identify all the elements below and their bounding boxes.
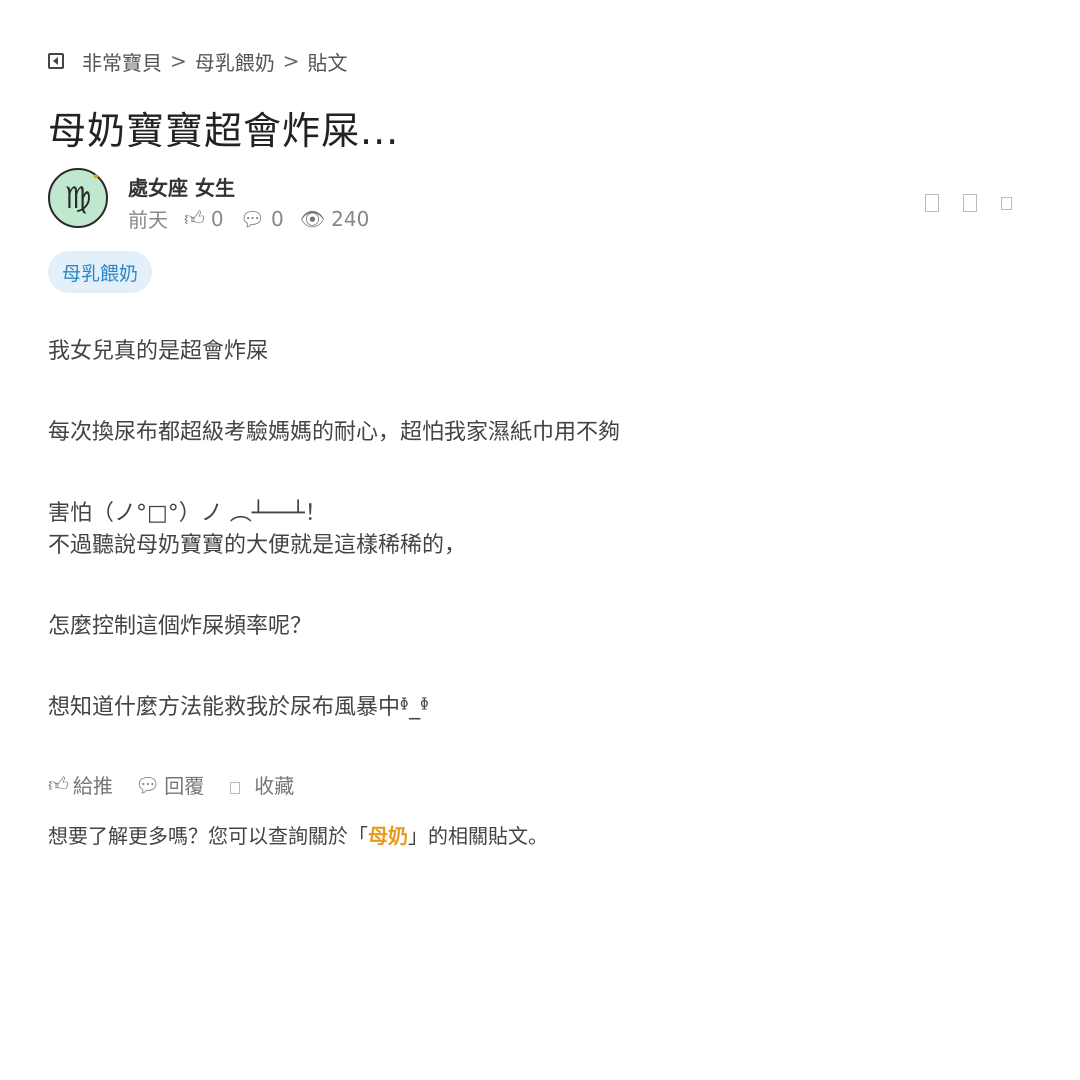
topic-tag[interactable]: 母乳餵奶 xyxy=(48,251,153,293)
back-arrow-icon[interactable] xyxy=(48,53,64,69)
breadcrumb: 非常寶貝 > 母乳餵奶 > 貼文 xyxy=(48,46,348,76)
breadcrumb-separator: > xyxy=(170,49,187,73)
author-row: ♍ ✦ 處女座 女生 前天 👍︎ 0 💬︎ 0 👁︎ 240 xyxy=(48,168,1032,234)
related-keyword-link[interactable]: 母奶 xyxy=(368,824,408,848)
bookmark-icon[interactable] xyxy=(963,194,977,212)
related-prefix: 想要了解更多嗎？您可以查詢關於「 xyxy=(48,824,368,848)
body-line: 怎麼控制這個炸屎頻率呢？ xyxy=(48,614,313,639)
post-actions xyxy=(901,194,1012,212)
comment-count: 💬︎ 0 xyxy=(240,207,284,231)
eye-icon: 👁︎ xyxy=(299,206,326,231)
avatar[interactable]: ♍ ✦ xyxy=(48,168,108,228)
body-line: 不過聽說母奶寶寶的大便就是這樣稀稀的， xyxy=(48,533,467,558)
footer-actions: 👍︎ 給推 💬︎ 回覆 收藏 xyxy=(48,770,316,799)
body-line: 害怕（ノ°□°）ノ ︵┴──┴！ xyxy=(48,501,327,526)
bookmark-icon xyxy=(230,781,241,794)
like-count-value: 0 xyxy=(210,206,224,231)
view-count: 👁︎ 240 xyxy=(300,207,370,231)
save-button[interactable]: 收藏 xyxy=(226,770,294,799)
reply-button[interactable]: 💬︎ 回覆 xyxy=(135,770,204,799)
comment-count-value: 0 xyxy=(271,206,284,231)
sparkle-icon: ✦ xyxy=(91,172,100,183)
thumbs-up-icon: 👍︎ xyxy=(48,772,69,796)
related-posts-hint: 想要了解更多嗎？您可以查詢關於「母奶」的相關貼文。 xyxy=(48,820,548,849)
breadcrumb-item-forum[interactable]: 非常寶貝 xyxy=(82,47,162,76)
save-button-label: 收藏 xyxy=(254,774,295,798)
speech-bubble-icon: 💬︎ xyxy=(134,772,161,797)
view-count-value: 240 xyxy=(331,206,370,231)
author-name[interactable]: 處女座 女生 xyxy=(128,172,235,201)
like-button-label: 給推 xyxy=(72,774,113,798)
post-title: 母奶寶寶超會炸屎... xyxy=(48,109,400,153)
breadcrumb-separator: > xyxy=(282,49,300,73)
body-line: 我女兒真的是超會炸屎 xyxy=(48,339,269,364)
post-page: 非常寶貝 > 母乳餵奶 > 貼文 母奶寶寶超會炸屎... ♍ ✦ 處女座 女生 … xyxy=(0,0,1080,1080)
more-options-icon[interactable] xyxy=(1001,196,1012,210)
thumbs-up-icon: 👍︎ xyxy=(184,206,205,230)
like-count: 👍︎ 0 xyxy=(184,206,224,231)
post-meta: 前天 👍︎ 0 💬︎ 0 👁︎ 240 xyxy=(128,204,385,233)
like-button[interactable]: 👍︎ 給推 xyxy=(48,770,113,799)
breadcrumb-item-current: 貼文 xyxy=(307,50,348,75)
reply-button-label: 回覆 xyxy=(164,774,205,798)
body-line: 每次換尿布都超級考驗媽媽的耐心，超怕我家濕紙巾用不夠 xyxy=(48,420,621,445)
body-line: 想知道什麼方法能救我於尿布風暴中ᶲ_ᶲ xyxy=(48,695,430,720)
share-icon[interactable] xyxy=(925,194,939,212)
post-body: 我女兒真的是超會炸屎 每次換尿布都超級考驗媽媽的耐心，超怕我家濕紙巾用不夠 害怕… xyxy=(48,336,1028,724)
related-suffix: 」的相關貼文。 xyxy=(408,824,548,848)
breadcrumb-item-board[interactable]: 母乳餵奶 xyxy=(195,47,275,76)
speech-bubble-icon: 💬︎ xyxy=(239,206,266,231)
post-time: 前天 xyxy=(128,208,168,232)
virgo-symbol-icon: ♍ xyxy=(64,180,92,216)
